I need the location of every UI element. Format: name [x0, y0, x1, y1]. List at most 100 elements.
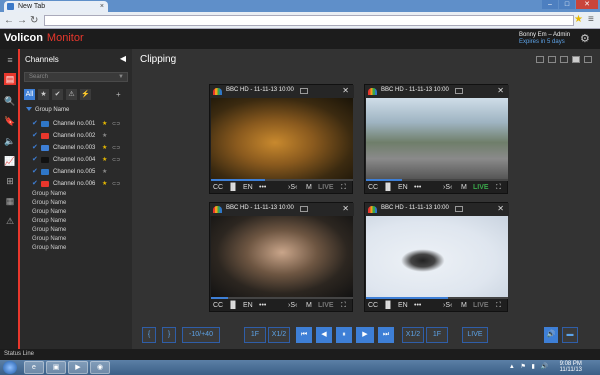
forward-button[interactable]: → [17, 15, 27, 26]
channels-icon[interactable]: ▤ [4, 73, 16, 85]
bookmark-star-icon[interactable]: ★ [574, 14, 583, 25]
bookmark-icon[interactable]: 🔖 [4, 115, 16, 127]
offset-select[interactable]: -10/+40 [182, 327, 220, 343]
alert-icon[interactable]: ⚠ [4, 215, 16, 227]
filter-all-button[interactable]: All [24, 89, 35, 100]
list-icon[interactable]: ▦ [4, 195, 16, 207]
video-frame[interactable] [366, 98, 508, 179]
step-back-button[interactable]: ◀ [316, 327, 332, 343]
group-name[interactable]: Group Name [32, 218, 66, 224]
live-button[interactable]: LIVE [462, 327, 488, 343]
slow-back-button[interactable]: X1/2 [268, 327, 290, 343]
group-name[interactable]: Group Name [32, 236, 66, 242]
clock[interactable]: 9:08 PM 11/11/13 [560, 361, 582, 373]
audio-bars-icon[interactable]: ▐▌ [228, 184, 238, 191]
group-name[interactable]: Group Name [32, 245, 66, 251]
live-badge[interactable]: LIVE [473, 302, 489, 309]
audio-bars-icon[interactable]: ▐▌ [228, 302, 238, 309]
filter-star-button[interactable]: ★ [38, 89, 49, 100]
close-icon[interactable]: ✕ [497, 86, 504, 95]
layout-single-icon[interactable] [560, 56, 568, 63]
pip-icon[interactable] [455, 88, 463, 94]
fullscreen-icon[interactable]: ⛶ [341, 184, 346, 192]
mark-in-button[interactable]: { [142, 327, 156, 343]
live-badge[interactable]: LIVE [318, 302, 334, 309]
more-button[interactable]: ••• [414, 184, 421, 191]
video-frame[interactable] [366, 216, 508, 297]
url-input[interactable] [44, 15, 574, 26]
chrome-taskbar-icon[interactable]: ◉ [90, 361, 110, 374]
language-button[interactable]: EN [243, 184, 253, 191]
grid-icon[interactable]: ⊞ [4, 175, 16, 187]
group-name[interactable]: Group Name [32, 191, 66, 197]
more-button[interactable]: ••• [414, 302, 421, 309]
channel-row[interactable]: ✔ Channel no.002 ★ [32, 131, 130, 141]
favorite-star-icon[interactable]: ★ [102, 155, 107, 165]
language-button[interactable]: EN [243, 302, 253, 309]
skip-button[interactable]: ›S‹ [288, 302, 297, 309]
cc-button[interactable]: CC [213, 184, 223, 191]
cc-button[interactable]: CC [213, 302, 223, 309]
live-badge[interactable]: LIVE [473, 184, 489, 191]
video-player[interactable]: BBC HD - 11-11-13 10:00 ✕ CC ▐▌ EN ••• ›S‹ M LIV… [364, 84, 509, 194]
audio-bars-icon[interactable]: ▐▌ [383, 184, 393, 191]
ie-taskbar-icon[interactable]: e [24, 361, 44, 374]
close-window-button[interactable]: ✕ [576, 0, 598, 9]
fullscreen-icon[interactable]: ⛶ [496, 184, 501, 192]
gear-icon[interactable]: ⚙ [580, 32, 590, 45]
add-group-button[interactable]: + [116, 90, 121, 99]
pip-icon[interactable] [455, 206, 463, 212]
frame-forward-button[interactable]: 1F [426, 327, 448, 343]
favorite-star-icon[interactable]: ★ [102, 119, 107, 129]
volume-icon[interactable]: 🔊 [544, 327, 558, 343]
favorite-star-icon[interactable]: ★ [102, 131, 107, 141]
audio-bars-icon[interactable]: ▐▌ [383, 302, 393, 309]
fast-forward-button[interactable]: ⏭ [378, 327, 394, 343]
chart-icon[interactable]: 📈 [4, 155, 16, 167]
check-icon[interactable]: ✔ [32, 143, 38, 153]
channel-row[interactable]: ✔ Channel no.004 ★ ⊂⊃ [32, 155, 130, 165]
start-button[interactable] [3, 361, 17, 374]
explorer-taskbar-icon[interactable]: ▣ [46, 361, 66, 374]
more-button[interactable]: ••• [259, 184, 266, 191]
channel-search-input[interactable]: Search ▼ [24, 72, 128, 82]
minimize-button[interactable]: – [542, 0, 558, 9]
mute-button[interactable]: M [461, 302, 467, 309]
fullscreen-icon[interactable]: ⛶ [496, 302, 501, 310]
channel-row[interactable]: ✔ Channel no.003 ★ ⊂⊃ [32, 143, 130, 153]
check-icon[interactable]: ✔ [32, 155, 38, 165]
skip-button[interactable]: ›S‹ [443, 184, 452, 191]
check-icon[interactable]: ✔ [32, 119, 38, 129]
skip-button[interactable]: ›S‹ [443, 302, 452, 309]
live-badge[interactable]: LIVE [318, 184, 334, 191]
reload-button[interactable]: ↻ [30, 15, 38, 26]
skip-button[interactable]: ›S‹ [288, 184, 297, 191]
mute-button[interactable]: M [306, 184, 312, 191]
pip-icon[interactable] [300, 206, 308, 212]
favorite-star-icon[interactable]: ★ [102, 179, 107, 189]
rewind-button[interactable]: ⏮ [296, 327, 312, 343]
fullscreen-icon[interactable]: ⛶ [341, 302, 346, 310]
search-icon[interactable]: 🔍 [4, 95, 16, 107]
maximize-button[interactable]: □ [559, 0, 575, 9]
group-name[interactable]: Group Name [32, 200, 66, 206]
collapse-arrow-icon[interactable]: ◀ [120, 54, 126, 63]
video-player[interactable]: BBC HD - 11-11-13 10:00 ✕ CC ▐▌ EN ••• ›S‹ M LIV… [209, 84, 354, 194]
video-frame[interactable] [211, 216, 353, 297]
filter-alert-button[interactable]: ⚠ [66, 89, 77, 100]
language-button[interactable]: EN [398, 302, 408, 309]
video-frame[interactable] [211, 98, 353, 179]
filter-icon[interactable]: ▼ [118, 73, 124, 82]
cc-button[interactable]: CC [368, 302, 378, 309]
layout-list-icon[interactable] [548, 56, 556, 63]
mute-button[interactable]: M [306, 302, 312, 309]
check-icon[interactable]: ✔ [32, 167, 38, 177]
back-button[interactable]: ← [4, 15, 14, 26]
screen-icon[interactable]: ▬ [562, 327, 578, 343]
check-icon[interactable]: ✔ [32, 131, 38, 141]
favorite-star-icon[interactable]: ★ [102, 167, 107, 177]
menu-icon[interactable]: ≡ [4, 54, 16, 66]
close-icon[interactable]: ✕ [342, 86, 349, 95]
group-name[interactable]: Group Name [26, 107, 69, 113]
filter-signal-button[interactable]: ⚡ [80, 89, 91, 100]
